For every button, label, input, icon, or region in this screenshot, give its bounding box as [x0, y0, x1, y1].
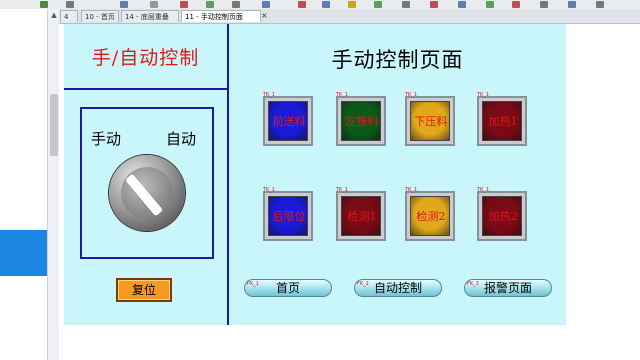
- dock-selected-item[interactable]: [0, 230, 47, 276]
- lamp-detect-1[interactable]: 检测1 TK_1: [336, 187, 386, 241]
- toolbar-icon[interactable]: [298, 1, 306, 8]
- lamp-heater-1[interactable]: 加热1 TK_1: [477, 92, 527, 146]
- lamp-tag: TK_1: [263, 187, 276, 193]
- lamp-face: 检测2: [410, 196, 450, 236]
- toolbar-icon[interactable]: [430, 1, 438, 8]
- scrollbar-thumb[interactable]: [50, 94, 58, 156]
- lamp-heater-2[interactable]: 加热2 TK_1: [477, 187, 527, 241]
- left-dock-panel: [0, 9, 47, 360]
- lamp-tag: TK_1: [405, 92, 418, 98]
- lamp-front-feed[interactable]: 前送料 TK_1: [263, 92, 313, 146]
- lamp-face: 下压料: [410, 101, 450, 141]
- toolbar-icon[interactable]: [66, 1, 74, 8]
- lamp-face: 前送料: [268, 101, 308, 141]
- toolbar-icon[interactable]: [348, 1, 356, 8]
- toolbar-icon[interactable]: [206, 1, 214, 8]
- toolbar-icon[interactable]: [120, 1, 128, 8]
- lamp-rear-limit[interactable]: 后限位 TK_1: [263, 187, 313, 241]
- auto-control-button-label: 自动控制: [373, 281, 422, 295]
- lamp-label: 左推料: [345, 115, 379, 128]
- tab-bar: 4 10 - 首页 14 - 底层重叠 11 - 手动控制页面 ×: [59, 9, 640, 24]
- lamp-face: 加热2: [482, 196, 522, 236]
- lamp-face: 后限位: [268, 196, 308, 236]
- button-tag: FK_3: [467, 281, 479, 287]
- panel-divider-horizontal: [64, 88, 227, 90]
- lamp-label: 下压料: [414, 115, 448, 128]
- toolbar-icon[interactable]: [486, 1, 494, 8]
- switch-manual-label: 手动: [91, 130, 122, 148]
- toolbar-icon[interactable]: [40, 1, 48, 8]
- lamp-left-push[interactable]: 左推料 TK_1: [336, 92, 386, 146]
- lamp-label: 加热2: [488, 210, 518, 223]
- lamp-tag: TK_1: [336, 187, 349, 193]
- toolbar-icon[interactable]: [568, 1, 576, 8]
- tab-manual-control[interactable]: 11 - 手动控制页面: [181, 10, 261, 22]
- button-tag: FK_2: [357, 281, 369, 287]
- scroll-up-icon[interactable]: ▲: [50, 10, 58, 20]
- auto-control-button[interactable]: FK_2 自动控制: [354, 279, 442, 297]
- toolbar-icon[interactable]: [322, 1, 330, 8]
- toolbar-icon[interactable]: [150, 1, 158, 8]
- lamp-label: 加热1: [488, 115, 518, 128]
- lamp-label: 检测1: [347, 210, 377, 223]
- lamp-label: 后限位: [272, 210, 306, 223]
- lamp-press-down[interactable]: 下压料 TK_1: [405, 92, 455, 146]
- tab-home[interactable]: 10 - 首页: [81, 10, 119, 22]
- lamp-tag: TK_1: [477, 187, 490, 193]
- alarm-page-button-label: 报警页面: [483, 281, 532, 295]
- toolbar-icon[interactable]: [374, 1, 382, 8]
- reset-button[interactable]: 复位: [116, 278, 172, 302]
- toolbar-icon[interactable]: [232, 1, 240, 8]
- home-button[interactable]: FK_1 首页: [244, 279, 332, 297]
- switch-auto-label: 自动: [166, 130, 197, 148]
- toolbar-icon[interactable]: [262, 1, 270, 8]
- lamp-face: 左推料: [341, 101, 381, 141]
- lamp-label: 前送料: [272, 115, 306, 128]
- toolbar-icon[interactable]: [180, 1, 188, 8]
- toolbar-icon[interactable]: [512, 1, 520, 8]
- toolbar-icon[interactable]: [540, 1, 548, 8]
- home-button-label: 首页: [275, 281, 300, 295]
- lamp-tag: TK_1: [263, 92, 276, 98]
- mode-panel-title: 手/自动控制: [91, 47, 200, 69]
- lamp-tag: TK_1: [336, 92, 349, 98]
- close-icon[interactable]: ×: [261, 11, 268, 21]
- toolbar-icon[interactable]: [458, 1, 466, 8]
- lamp-detect-2[interactable]: 检测2 TK_1: [405, 187, 455, 241]
- tab-bottom-overlap[interactable]: 14 - 底层重叠: [121, 10, 179, 22]
- lamp-face: 加热1: [482, 101, 522, 141]
- page-title: 手动控制页面: [331, 48, 464, 72]
- lamp-tag: TK_1: [477, 92, 490, 98]
- alarm-page-button[interactable]: FK_3 报警页面: [464, 279, 552, 297]
- toolbar-icon[interactable]: [596, 1, 604, 8]
- tab-4[interactable]: 4: [60, 10, 78, 22]
- toolbar-icon[interactable]: [402, 1, 410, 8]
- lamp-tag: TK_1: [405, 187, 418, 193]
- button-tag: FK_1: [247, 281, 259, 287]
- lamp-label: 检测2: [416, 210, 446, 223]
- lamp-face: 检测1: [341, 196, 381, 236]
